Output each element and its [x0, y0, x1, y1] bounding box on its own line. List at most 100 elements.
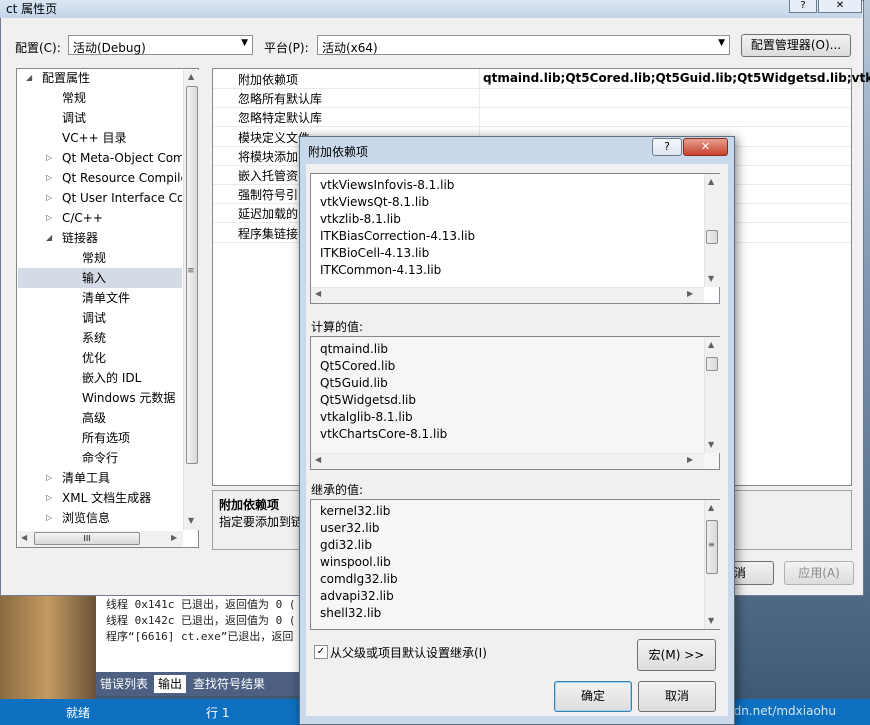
- computed-horizontal-scrollbar[interactable]: ◀ ▶: [311, 453, 704, 469]
- property-row[interactable]: 附加依赖项 qtmaind.lib;Qt5Cored.lib;Qt5Guid.li…: [213, 69, 870, 89]
- list-item: Qt5Widgetsd.lib: [320, 393, 417, 407]
- scroll-thumb[interactable]: III: [34, 532, 140, 545]
- expand-arrow-icon[interactable]: ▷: [46, 488, 52, 508]
- expand-arrow-icon[interactable]: ▷: [46, 468, 52, 488]
- tree-item[interactable]: 常规: [18, 248, 182, 268]
- dependencies-edit-box[interactable]: vtkViewsInfovis-8.1.lib vtkViewsQt-8.1.li…: [310, 173, 720, 304]
- list-item: user32.lib: [320, 521, 380, 535]
- tree-item[interactable]: ◢ 配置属性: [18, 68, 182, 88]
- collapse-arrow-icon[interactable]: ◢: [46, 228, 52, 248]
- tree-vertical-scrollbar[interactable]: ▲ ≡ ▼: [183, 70, 200, 530]
- scroll-down-icon[interactable]: ▼: [708, 616, 714, 625]
- tree-item[interactable]: 优化: [18, 348, 182, 368]
- list-item: winspool.lib: [320, 555, 391, 569]
- scroll-thumb[interactable]: [706, 357, 718, 371]
- platform-combo[interactable]: 活动(x64) ▼: [317, 35, 730, 55]
- expand-arrow-icon[interactable]: ▷: [46, 508, 52, 528]
- tree-item[interactable]: 常规: [18, 88, 182, 108]
- tree-item[interactable]: 清单文件: [18, 288, 182, 308]
- tree-item-label: C/C++: [62, 211, 103, 225]
- scroll-up-icon[interactable]: ▲: [708, 503, 714, 512]
- expand-arrow-icon[interactable]: ▷: [46, 208, 52, 228]
- list-item: gdi32.lib: [320, 538, 372, 552]
- tree-item[interactable]: 命令行: [18, 448, 182, 468]
- ok-button[interactable]: 确定: [554, 681, 632, 712]
- scroll-up-icon[interactable]: ▲: [188, 72, 194, 81]
- tree-item-label: 调试: [82, 311, 107, 325]
- tree-item[interactable]: ▷ 清单工具: [18, 468, 182, 488]
- macro-button[interactable]: 宏(M) >>: [637, 639, 716, 671]
- scroll-thumb[interactable]: [706, 230, 718, 244]
- tree-item[interactable]: ▷ Qt Resource Compile: [18, 168, 182, 188]
- list-item: ITKCommon-4.13.lib: [320, 263, 442, 277]
- property-name: 忽略所有默认库: [238, 92, 323, 107]
- tree-item[interactable]: 嵌入的 IDL: [18, 368, 182, 388]
- tab-error-list[interactable]: 错误列表: [96, 675, 152, 693]
- tree-item[interactable]: ▷ 浏览信息: [18, 508, 182, 528]
- tree-item[interactable]: 系统: [18, 328, 182, 348]
- scroll-down-icon[interactable]: ▼: [188, 516, 194, 525]
- edit-horizontal-scrollbar[interactable]: ◀ ▶: [311, 287, 704, 303]
- tree-item[interactable]: Windows 元数据: [18, 388, 182, 408]
- tab-find-symbol-results[interactable]: 查找符号结果: [189, 675, 269, 693]
- config-manager-button[interactable]: 配置管理器(O)...: [741, 34, 851, 57]
- computed-values-list: qtmaind.lib Qt5Cored.lib Qt5Guid.lib Qt5Wid…: [310, 336, 720, 470]
- property-name: 程序集链接: [238, 226, 299, 241]
- property-row[interactable]: 忽略特定默认库: [213, 107, 851, 128]
- config-combo[interactable]: 活动(Debug) ▼: [68, 35, 253, 55]
- scroll-up-icon[interactable]: ▲: [708, 177, 714, 186]
- list-item: shell32.lib: [320, 606, 382, 620]
- output-pane: 线程 0x141c 已退出，返回值为 0 ( 线程 0x142c 已退出，返回值…: [96, 592, 301, 672]
- dialog-cancel-button[interactable]: 取消: [638, 681, 716, 712]
- scroll-left-icon[interactable]: ◀: [315, 289, 321, 298]
- scroll-right-icon[interactable]: ▶: [687, 455, 693, 464]
- expand-arrow-icon[interactable]: ▷: [46, 168, 52, 188]
- collapse-arrow-icon[interactable]: ◢: [26, 68, 32, 88]
- computed-vertical-scrollbar[interactable]: ▲ ▼: [704, 337, 720, 453]
- tree-item[interactable]: ▷ Qt Meta-Object Com: [18, 148, 182, 168]
- scroll-left-icon[interactable]: ◀: [21, 533, 27, 542]
- tree-item[interactable]: 高级: [18, 408, 182, 428]
- property-name: 忽略特定默认库: [238, 111, 323, 126]
- tree-item[interactable]: ▷ Qt User Interface Co: [18, 188, 182, 208]
- scroll-right-icon[interactable]: ▶: [687, 289, 693, 298]
- property-row[interactable]: 忽略所有默认库: [213, 88, 851, 109]
- description-title: 附加依赖项: [219, 498, 280, 512]
- tree-item[interactable]: 调试: [18, 308, 182, 328]
- property-value[interactable]: qtmaind.lib;Qt5Cored.lib;Qt5Guid.lib;Qt5…: [483, 71, 870, 85]
- inherit-checkbox-label[interactable]: 从父级或项目默认设置继承(I): [330, 644, 487, 661]
- tab-output[interactable]: 输出: [154, 675, 187, 693]
- tree-item[interactable]: VC++ 目录: [18, 128, 182, 148]
- scroll-up-icon[interactable]: ▲: [708, 340, 714, 349]
- expand-arrow-icon[interactable]: ▷: [46, 188, 52, 208]
- expand-arrow-icon[interactable]: ▷: [46, 148, 52, 168]
- scroll-right-icon[interactable]: ▶: [171, 533, 177, 542]
- tree-item[interactable]: ▷ C/C++: [18, 208, 182, 228]
- help-button[interactable]: ?: [789, 0, 817, 13]
- tree-item-label: 浏览信息: [62, 511, 111, 525]
- column-divider: [479, 69, 480, 88]
- tree-item[interactable]: ◢ 链接器: [18, 228, 182, 248]
- column-divider: [479, 107, 480, 127]
- tree-item-label: 命令行: [82, 451, 119, 465]
- apply-button[interactable]: 应用(A): [784, 561, 854, 585]
- tree-item[interactable]: 调试: [18, 108, 182, 128]
- dialog-help-button[interactable]: ?: [652, 138, 682, 156]
- config-value: 活动(Debug): [73, 41, 146, 55]
- tree-item[interactable]: 所有选项: [18, 428, 182, 448]
- tree-item[interactable]: 输入: [18, 268, 182, 288]
- inherited-vertical-scrollbar[interactable]: ▲ ≡ ▼: [704, 500, 720, 629]
- tree-horizontal-scrollbar[interactable]: ◀ III ▶: [18, 531, 183, 547]
- scroll-down-icon[interactable]: ▼: [708, 274, 714, 283]
- close-button[interactable]: ✕: [818, 0, 862, 13]
- scroll-left-icon[interactable]: ◀: [315, 455, 321, 464]
- inherit-checkbox[interactable]: ✓: [314, 645, 328, 659]
- grip-icon: ≡: [187, 266, 195, 276]
- tree-item[interactable]: ▷ XML 文档生成器: [18, 488, 182, 508]
- edit-vertical-scrollbar[interactable]: ▲ ▼: [704, 174, 720, 287]
- scroll-down-icon[interactable]: ▼: [708, 440, 714, 449]
- tree-item-label: 清单工具: [62, 471, 111, 485]
- list-item: Qt5Guid.lib: [320, 376, 388, 390]
- tree-item-label: 常规: [82, 251, 107, 265]
- dialog-close-button[interactable]: ✕: [683, 138, 728, 156]
